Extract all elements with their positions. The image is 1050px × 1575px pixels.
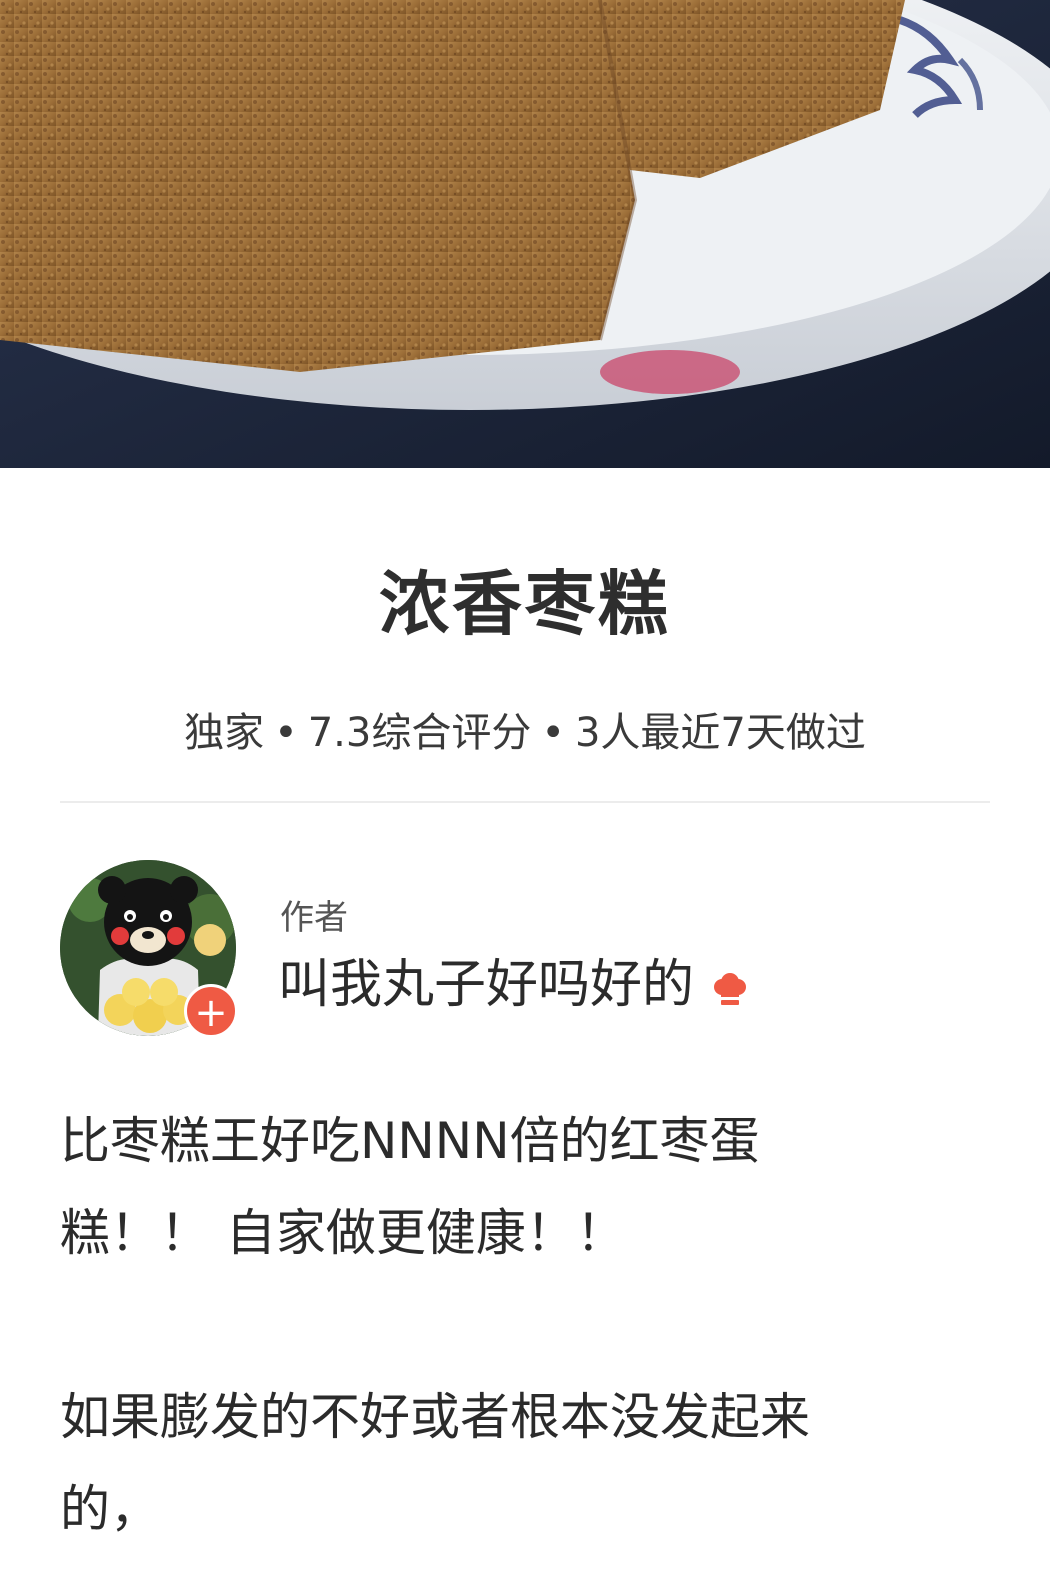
divider [60, 801, 990, 803]
description-line: 糕！！ 自家做更健康！！ [60, 1204, 626, 1262]
description-line: 如果膨发的不好或者根本没发起来 [60, 1388, 810, 1446]
author-section: + 作者 叫我丸子好吗好的 [60, 860, 990, 1040]
recipe-meta: 独家 • 7.3综合评分 • 3人最近7天做过 [0, 700, 1050, 758]
recent-cooks-text: 3人最近7天做过 [574, 710, 866, 756]
description-line: 的， [60, 1480, 160, 1538]
follow-author-button[interactable]: + [184, 984, 238, 1038]
recipe-cover-image [0, 0, 1050, 468]
chef-hat-icon [710, 964, 750, 1005]
plus-icon: + [194, 990, 228, 1036]
recipe-title: 浓香枣糕 [379, 563, 671, 645]
separator-dot: • [274, 710, 298, 756]
recipe-description: 比枣糕王好吃NNNN倍的红枣蛋 糕！！ 自家做更健康！！ 如果膨发的不好或者根本… [60, 1095, 990, 1555]
description-line: 比枣糕王好吃NNNN倍的红枣蛋 [60, 1112, 760, 1170]
separator-dot: • [541, 710, 565, 756]
author-label: 作者 [280, 898, 348, 938]
author-name[interactable]: 叫我丸子好吗好的 [278, 955, 694, 1015]
exclusive-tag: 独家 [184, 710, 265, 756]
rating-text: 7.3综合评分 [307, 710, 532, 756]
author-name-row[interactable]: 叫我丸子好吗好的 [278, 942, 750, 1017]
